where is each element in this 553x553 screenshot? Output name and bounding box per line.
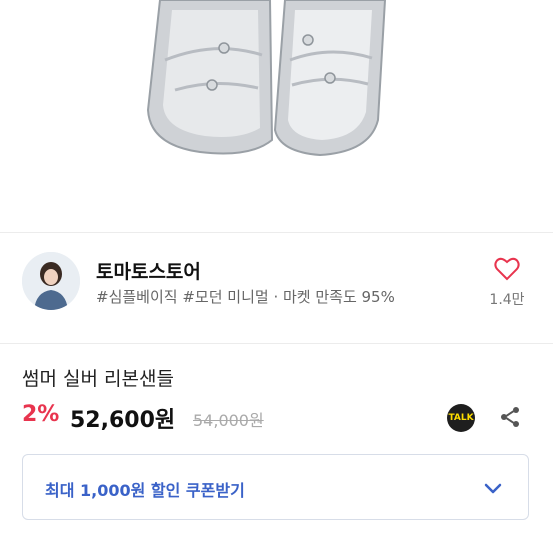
discount-rate: 2% — [22, 402, 60, 427]
like-count: 1.4만 — [489, 292, 525, 308]
coupon-button[interactable]: 최대 1,000원 할인 쿠폰받기 — [22, 454, 529, 520]
talk-icon: TALK — [448, 413, 474, 423]
coupon-label: 최대 1,000원 할인 쿠폰받기 — [45, 481, 245, 500]
original-price: 54,000원 — [193, 411, 264, 430]
sale-price: 52,600원 — [70, 408, 176, 433]
store-tags: #심플베이직 #모던 미니멀 · 마켓 만족도 95% — [96, 288, 395, 306]
price-row: 2% 52,600원 54,000원 TALK — [22, 402, 532, 433]
section-divider — [0, 343, 553, 344]
product-title: 썸머 실버 리본샌들 — [22, 368, 174, 390]
store-avatar[interactable] — [22, 252, 80, 310]
talk-button[interactable]: TALK — [447, 404, 475, 432]
sandals-illustration — [146, 0, 387, 157]
product-image[interactable] — [0, 0, 553, 232]
chevron-down-icon — [484, 483, 502, 494]
like-button[interactable]: 1.4만 — [485, 257, 529, 309]
share-icon[interactable] — [498, 405, 522, 429]
heart-icon — [494, 257, 520, 281]
section-divider — [0, 232, 553, 233]
store-name[interactable]: 토마토스토어 — [96, 257, 201, 284]
avatar-image — [22, 252, 80, 310]
